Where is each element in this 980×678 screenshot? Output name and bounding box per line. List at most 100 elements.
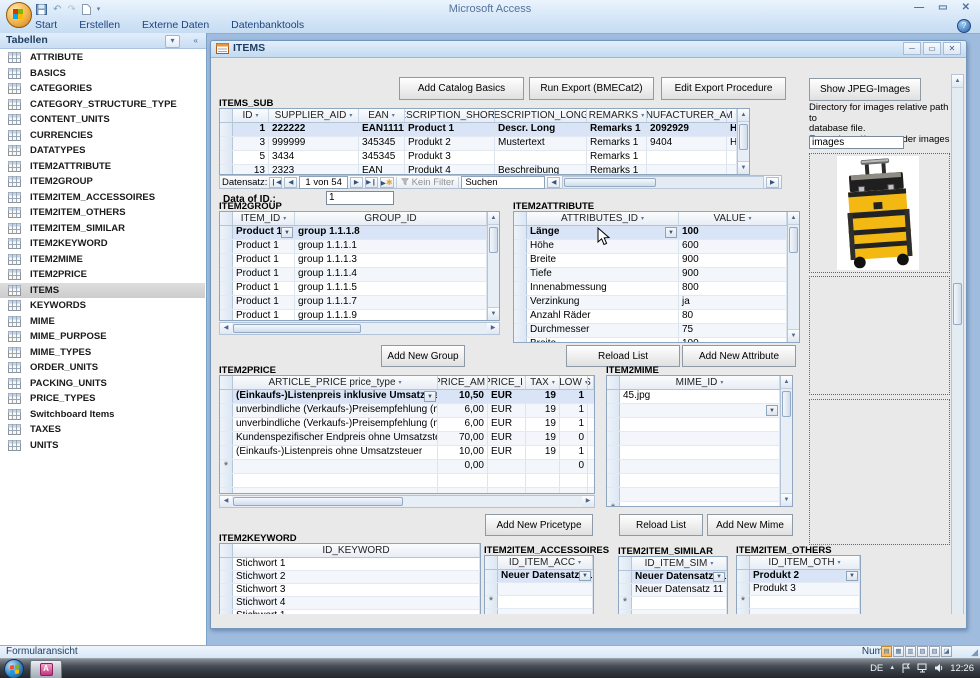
sidebar-item-taxes[interactable]: TAXES [0,422,205,438]
table-cell[interactable]: 100 [679,226,787,239]
scrollbar-thumb[interactable] [739,124,748,150]
sidebar-item-mime-purpose[interactable]: MIME_PURPOSE [0,329,205,345]
last-record-button[interactable]: ▶❙ [365,177,378,188]
table-cell[interactable]: Anzahl Räder [527,310,679,323]
scrollbar-thumb[interactable] [789,227,798,253]
record-selector[interactable] [220,390,233,403]
record-selector[interactable] [220,282,233,295]
table-cell[interactable]: 10,00 [438,446,488,459]
table-cell[interactable] [620,502,780,507]
table-cell[interactable] [588,460,595,473]
table-cell[interactable] [750,609,860,614]
record-selector[interactable] [220,254,233,267]
record-selector[interactable] [514,226,527,239]
item2group-horizontal-scrollbar[interactable]: ◀▶ [219,322,500,335]
table-row[interactable]: 1222222EAN111111Product 1Descr. LongRema… [220,123,749,137]
record-selector[interactable] [220,488,233,494]
sidebar-item-item2attribute[interactable]: ITEM2ATTRIBUTE [0,159,205,175]
record-selector[interactable] [220,597,233,609]
table-cell[interactable]: 19 [526,446,560,459]
reload-list-button-1[interactable]: Reload List [566,345,680,367]
record-selector[interactable] [220,137,233,150]
select-all-corner[interactable] [485,556,498,569]
column-header-supplier-aid[interactable]: SUPPLIER_AID▾ [269,109,359,122]
table-row[interactable]: *0,000 [220,460,594,474]
previous-record-button[interactable]: ◀ [284,177,297,188]
scroll-right-icon[interactable]: ▶ [582,496,594,507]
record-selector[interactable] [607,404,620,417]
next-record-button[interactable]: ▶ [350,177,363,188]
table-row[interactable] [607,474,792,488]
sidebar-item-switchboard-items[interactable]: Switchboard Items [0,407,205,423]
record-selector[interactable] [220,123,233,136]
table-cell[interactable]: EUR [488,404,526,417]
table-row[interactable]: Product 1group 1.1.1.4 [220,268,499,282]
table-row[interactable]: Höhe600 [514,240,799,254]
item2group-vertical-scrollbar[interactable]: ▲▼ [487,212,499,320]
table-cell[interactable]: (Einkaufs-)Listenpreis ohne Umsatzsteuer [233,446,438,459]
table-cell[interactable] [588,404,595,417]
maximize-button[interactable]: ▭ [938,2,947,13]
column-filter-icon[interactable]: ▾ [641,112,644,119]
scroll-down-icon[interactable]: ▼ [781,493,792,506]
new-record-selector[interactable]: * [737,596,750,608]
table-cell[interactable] [620,446,780,459]
table-cell[interactable] [632,597,727,609]
table-cell[interactable] [632,610,727,614]
vertical-scrollbar-thumb[interactable] [953,283,962,325]
record-selector[interactable] [737,583,750,595]
table-cell[interactable]: Produkt 2 [405,137,495,150]
table-cell[interactable]: EUR [488,432,526,445]
scroll-down-icon[interactable]: ▼ [788,329,799,342]
table-cell[interactable] [620,432,780,445]
select-all-corner[interactable] [607,376,620,389]
column-header-attributes-id[interactable]: ATTRIBUTES_ID▾ [527,212,679,225]
record-selector[interactable] [514,296,527,309]
record-selector[interactable] [514,282,527,295]
scroll-left-icon[interactable]: ◀ [220,496,232,507]
new-record-selector[interactable]: * [220,460,233,473]
column-header-m[interactable]: M▾ [727,109,737,122]
column-filter-icon[interactable]: ▾ [255,112,258,119]
combo-dropdown-icon[interactable]: ▼ [424,391,436,402]
table-cell[interactable]: ▼ [620,404,780,417]
table-row[interactable]: ▼ [607,404,792,418]
table-row[interactable]: (Einkaufs-)Listenpreis inklusive Umsatzs… [220,390,594,404]
column-header-s[interactable]: S▾ [588,376,594,389]
table-cell[interactable]: Produkt 2▼ [750,570,860,582]
table-row[interactable]: Product 1group 1.1.1.7 [220,296,499,310]
select-all-corner[interactable] [220,376,233,389]
table-row[interactable]: * [737,596,860,609]
scrollbar-thumb[interactable] [782,391,791,417]
table-cell[interactable]: 70,00 [438,432,488,445]
table-row[interactable]: Breite900 [514,254,799,268]
column-header-remarks[interactable]: REMARKS▾ [587,109,647,122]
table-cell[interactable]: 6,00 [438,418,488,431]
tray-flag-icon[interactable] [901,663,911,674]
table-cell[interactable]: 999999 [269,137,359,150]
table-cell[interactable] [560,488,588,494]
table-cell[interactable] [588,418,595,431]
column-filter-icon[interactable]: ▾ [641,215,644,222]
column-filter-icon[interactable]: ▾ [283,215,286,222]
add-new-group-button[interactable]: Add New Group [381,345,465,367]
table-row[interactable]: Stichwort 3 [220,584,480,597]
combo-dropdown-icon[interactable]: ▼ [281,227,293,238]
scroll-up-icon[interactable]: ▲ [738,109,749,122]
combo-dropdown-icon[interactable]: ▼ [766,405,778,416]
new-record-selector[interactable]: * [485,596,498,608]
sidebar-item-item2item-accessoires[interactable]: ITEM2ITEM_ACCESSOIRES [0,190,205,206]
record-selector[interactable] [485,570,498,582]
clock[interactable]: 12:26 [950,663,974,674]
volume-icon[interactable] [934,663,944,673]
table-cell[interactable]: 1 [560,418,588,431]
table-cell[interactable]: 80 [679,310,787,323]
table-cell[interactable]: EUR [488,418,526,431]
record-selector[interactable] [607,432,620,445]
nav-pane-header[interactable]: Tabellen ▾ « [0,33,206,49]
column-filter-icon[interactable]: ▾ [349,112,352,119]
table-cell[interactable]: Stichwort 1 [233,558,480,570]
table-cell[interactable]: unverbindliche (Verkaufs-)Preisempfehlun… [233,418,438,431]
record-selector[interactable] [737,570,750,582]
design-view-button[interactable]: ◪ [941,646,952,657]
